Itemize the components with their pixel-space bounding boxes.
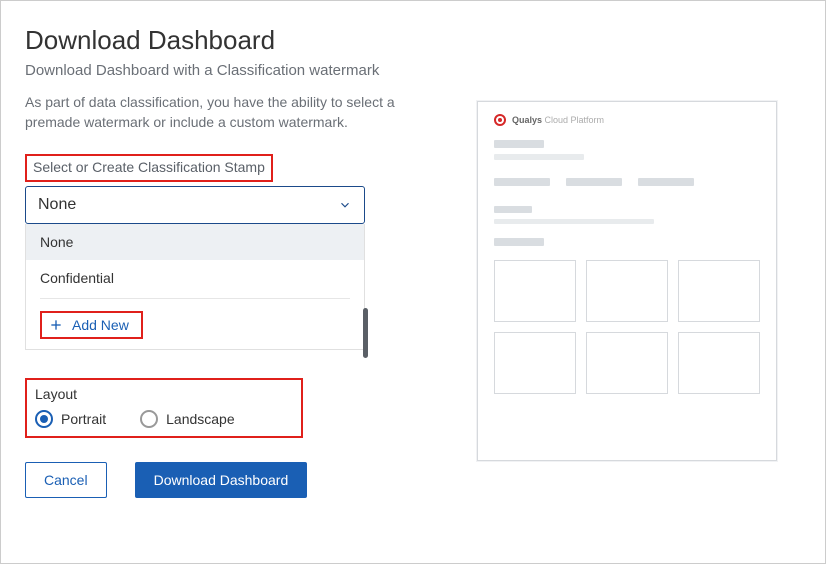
dialog-subtitle: Download Dashboard with a Classification… bbox=[25, 62, 455, 79]
layout-section-highlight: Layout Portrait Landscape bbox=[25, 378, 303, 438]
layout-radio-portrait[interactable]: Portrait bbox=[35, 410, 106, 428]
preview-card bbox=[586, 332, 668, 394]
preview-card bbox=[494, 332, 576, 394]
add-new-stamp-button[interactable]: Add New bbox=[40, 311, 143, 339]
plus-icon bbox=[48, 317, 64, 333]
stamp-option-none[interactable]: None bbox=[26, 224, 364, 260]
layout-label: Layout bbox=[35, 386, 291, 402]
stamp-label-highlight: Select or Create Classification Stamp bbox=[25, 154, 273, 182]
layout-option-portrait: Portrait bbox=[61, 411, 106, 427]
stamp-select-value: None bbox=[38, 196, 76, 214]
radio-icon-checked bbox=[35, 410, 53, 428]
placeholder bbox=[494, 178, 550, 186]
dropdown-divider bbox=[40, 298, 350, 299]
stamp-section-label: Select or Create Classification Stamp bbox=[33, 159, 265, 175]
placeholder bbox=[494, 140, 544, 148]
placeholder bbox=[494, 206, 532, 213]
placeholder bbox=[494, 154, 584, 160]
radio-icon-unchecked bbox=[140, 410, 158, 428]
chevron-down-icon bbox=[338, 198, 352, 212]
layout-radio-landscape[interactable]: Landscape bbox=[140, 410, 235, 428]
placeholder bbox=[494, 238, 544, 246]
brand-name: Qualys bbox=[512, 115, 542, 125]
placeholder bbox=[566, 178, 622, 186]
stamp-select[interactable]: None bbox=[25, 186, 365, 224]
download-button[interactable]: Download Dashboard bbox=[135, 462, 308, 498]
brand-logo-icon bbox=[494, 114, 506, 126]
preview-card bbox=[494, 260, 576, 322]
preview-card bbox=[678, 260, 760, 322]
cancel-button[interactable]: Cancel bbox=[25, 462, 107, 498]
download-dashboard-dialog: Download Dashboard Download Dashboard wi… bbox=[0, 0, 826, 564]
preview-card bbox=[586, 260, 668, 322]
placeholder bbox=[638, 178, 694, 186]
dialog-description: As part of data classification, you have… bbox=[25, 93, 445, 132]
preview-card bbox=[678, 332, 760, 394]
stamp-option-confidential[interactable]: Confidential bbox=[26, 260, 364, 296]
preview-panel: Qualys Cloud Platform bbox=[477, 101, 797, 461]
preview-brand: Qualys Cloud Platform bbox=[494, 114, 760, 126]
placeholder bbox=[494, 219, 654, 224]
add-new-label: Add New bbox=[72, 317, 129, 333]
dropdown-scrollbar[interactable] bbox=[363, 308, 368, 358]
brand-sub: Cloud Platform bbox=[545, 115, 605, 125]
layout-option-landscape: Landscape bbox=[166, 411, 235, 427]
dialog-title: Download Dashboard bbox=[25, 25, 455, 56]
stamp-dropdown: None Confidential Add New bbox=[25, 224, 365, 350]
